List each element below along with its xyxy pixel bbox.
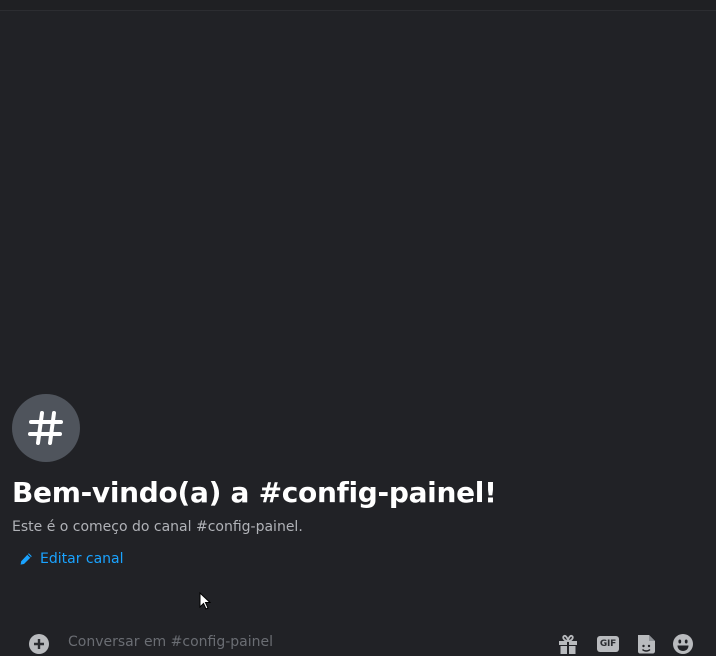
- edit-channel-button[interactable]: Editar canal: [19, 551, 702, 567]
- gift-button[interactable]: [556, 633, 580, 655]
- emoji-icon: [673, 634, 693, 654]
- add-attachment-button[interactable]: [29, 634, 49, 654]
- welcome-subtitle: Este é o começo do canal #config-painel.: [12, 519, 303, 535]
- channel-avatar: [12, 394, 80, 462]
- edit-channel-label: Editar canal: [40, 551, 124, 567]
- channel-welcome: Bem-vindo(a) a #config-painel! Este é o …: [12, 394, 702, 567]
- pencil-icon: [20, 553, 32, 565]
- plus-circle-icon: [34, 639, 44, 649]
- top-bar: [0, 0, 716, 11]
- gif-button[interactable]: GIF: [596, 633, 620, 655]
- welcome-title: Bem-vindo(a) a #config-painel!: [12, 476, 497, 509]
- sticker-button[interactable]: [634, 633, 658, 655]
- mouse-cursor-icon: [199, 592, 211, 610]
- message-composer: GIF: [0, 624, 716, 656]
- gif-icon: GIF: [597, 636, 619, 652]
- gift-icon: [559, 634, 577, 654]
- sticker-icon: [638, 635, 655, 654]
- hash-icon: [28, 411, 63, 445]
- emoji-button[interactable]: [671, 633, 695, 655]
- message-input[interactable]: [68, 634, 538, 650]
